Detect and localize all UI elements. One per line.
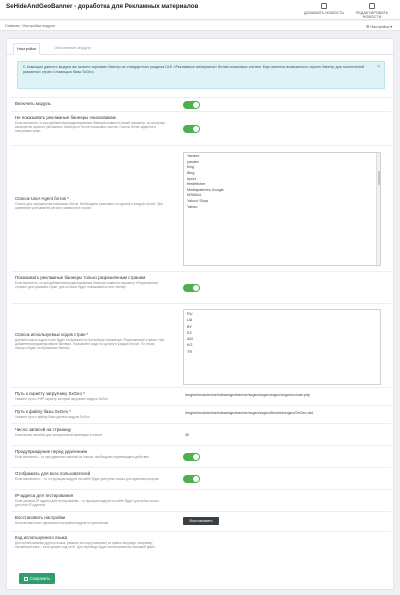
save-button[interactable]: Сохранить (19, 573, 55, 584)
row-db-path: Путь к файлу базы SxGeo * Укажите путь к… (11, 405, 391, 423)
row-restore: Восстановить настройки Восстановить все … (11, 511, 391, 531)
row-enable-module: Включить модуль (11, 97, 391, 111)
tab-settings[interactable]: Настройки (13, 43, 41, 55)
tab-update[interactable]: Обновление модуля (51, 43, 94, 52)
close-icon[interactable]: × (377, 64, 380, 70)
top-bar: SeHideAndGeoBanner - доработка для Рекла… (0, 0, 400, 20)
country-codes-textarea[interactable]: RU UA BY KZ AM KG TR (183, 309, 381, 385)
breadcrumb[interactable]: Главная / Настройки модуля (5, 24, 55, 28)
row-all-users: Отображать для всех пользователей Если в… (11, 467, 391, 489)
all-users-toggle[interactable] (183, 475, 200, 483)
edit-news-button[interactable]: РЕДАКТИРОВАТЬ НОВОСТИ (350, 3, 394, 19)
settings-card: Настройки Обновление модуля С помощью да… (6, 38, 394, 590)
row-per-page: Число записей на страницу Количество зап… (11, 423, 391, 445)
info-text: С помощью данного модуля вы можете скрыв… (23, 65, 365, 75)
row-country-codes: Список используемых кодов стран * Данный… (11, 303, 391, 387)
app-title: SeHideAndGeoBanner - доработка для Рекла… (6, 3, 199, 10)
row-language: Код используемого языка Для использовани… (11, 531, 391, 565)
row-test-ips: IP-адреса для тестирования Если указаны … (11, 489, 391, 511)
row-script-path: Путь к скрипту загрузчику SxGeo * Укажит… (11, 387, 391, 405)
scrollbar[interactable] (376, 153, 380, 265)
hide-bots-toggle[interactable] (183, 125, 200, 133)
script-path-input[interactable]: /engine/modules/sehideandgeobanner/sxgeo… (183, 391, 381, 399)
allowed-countries-toggle[interactable] (183, 284, 200, 292)
info-alert: С помощью данного модуля вы можете скрыв… (17, 61, 385, 89)
add-news-button[interactable]: ДОБАВИТЬ НОВОСТЬ (302, 3, 346, 18)
per-page-input[interactable]: 30 (183, 431, 381, 439)
tabs: Настройки Обновление модуля (7, 39, 393, 55)
bot-list-textarea[interactable]: Yandex yandex bing Bing Aport feedfetche… (183, 152, 381, 266)
row-allowed-countries: Показывать рекламные баннеры только разр… (11, 271, 391, 303)
edit-icon (369, 3, 375, 9)
row-bot-list: Список User-Agent ботов * Список для опр… (11, 145, 391, 271)
save-icon (23, 576, 28, 581)
db-path-input[interactable]: /engine/modules/sehideandgeobanner/sxgeo… (183, 409, 381, 417)
delete-warning-toggle[interactable] (183, 453, 200, 461)
row-delete-warning: Предупреждение перед удалением Если вклю… (11, 445, 391, 467)
enable-module-toggle[interactable] (183, 101, 200, 109)
language-input[interactable] (183, 544, 381, 552)
breadcrumb-bar: Главная / Настройки модуля ⚙ Настройки ▾ (0, 21, 400, 31)
row-hide-bots: Не показывать рекламные баннеры поискови… (11, 111, 391, 145)
plus-icon (321, 3, 327, 9)
test-ips-input[interactable] (183, 497, 381, 505)
restore-button[interactable]: Восстановить (183, 517, 219, 525)
settings-link[interactable]: ⚙ Настройки ▾ (366, 24, 392, 29)
